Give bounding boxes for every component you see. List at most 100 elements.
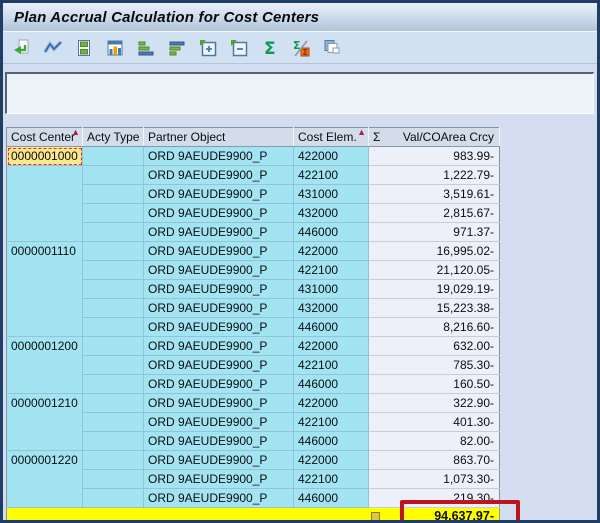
cost-elem-cell[interactable]: 422100: [294, 413, 369, 432]
partner-object-cell[interactable]: ORD 9AEUDE9900_P: [144, 204, 294, 223]
acty-type-cell[interactable]: [83, 204, 144, 223]
value-cell[interactable]: 19,029.19-: [369, 280, 500, 299]
value-cell[interactable]: 8,216.60-: [369, 318, 500, 337]
value-cell[interactable]: 401.30-: [369, 413, 500, 432]
cost-elem-cell[interactable]: 446000: [294, 432, 369, 451]
partner-object-cell[interactable]: ORD 9AEUDE9900_P: [144, 280, 294, 299]
acty-type-cell[interactable]: [83, 470, 144, 489]
partner-object-cell[interactable]: ORD 9AEUDE9900_P: [144, 223, 294, 242]
cost-elem-cell[interactable]: 446000: [294, 375, 369, 394]
partner-object-cell[interactable]: ORD 9AEUDE9900_P: [144, 489, 294, 508]
value-cell[interactable]: 160.50-: [369, 375, 500, 394]
cost-elem-cell[interactable]: 432000: [294, 204, 369, 223]
acty-type-cell[interactable]: [83, 432, 144, 451]
acty-type-cell[interactable]: [83, 318, 144, 337]
partner-object-cell[interactable]: ORD 9AEUDE9900_P: [144, 413, 294, 432]
save-layout-icon[interactable]: [72, 37, 96, 59]
value-cell[interactable]: 15,223.38-: [369, 299, 500, 318]
sort-icon: ▲: [357, 128, 366, 138]
cost-elem-cell[interactable]: 432000: [294, 299, 369, 318]
value-cell[interactable]: 3,519.61-: [369, 185, 500, 204]
partner-object-cell[interactable]: ORD 9AEUDE9900_P: [144, 166, 294, 185]
value-cell[interactable]: 82.00-: [369, 432, 500, 451]
cost-center-cell[interactable]: 0000001000: [7, 147, 83, 166]
acty-type-cell[interactable]: [83, 299, 144, 318]
value-cell[interactable]: 1,073.30-: [369, 470, 500, 489]
cost-elem-cell[interactable]: 431000: [294, 185, 369, 204]
exit-icon[interactable]: [10, 37, 34, 59]
cost-elem-cell[interactable]: 422000: [294, 242, 369, 261]
acty-type-cell[interactable]: [83, 166, 144, 185]
choose-layout-icon[interactable]: [320, 37, 344, 59]
value-cell[interactable]: 785.30-: [369, 356, 500, 375]
cost-center-cell-merged[interactable]: [7, 166, 83, 242]
cost-center-cell[interactable]: 0000001200: [7, 337, 83, 394]
col-header-acty-type[interactable]: Acty Type: [83, 128, 144, 147]
cost-elem-cell[interactable]: 431000: [294, 280, 369, 299]
value-cell[interactable]: 632.00-: [369, 337, 500, 356]
partner-object-cell[interactable]: ORD 9AEUDE9900_P: [144, 356, 294, 375]
value-cell[interactable]: 322.90-: [369, 394, 500, 413]
partner-object-cell[interactable]: ORD 9AEUDE9900_P: [144, 451, 294, 470]
cost-elem-cell[interactable]: 422000: [294, 147, 369, 166]
acty-type-cell[interactable]: [83, 489, 144, 508]
cost-center-cell[interactable]: 0000001210: [7, 394, 83, 451]
acty-type-cell[interactable]: [83, 356, 144, 375]
sum-icon[interactable]: Σ: [258, 37, 282, 59]
value-cell[interactable]: 971.37-: [369, 223, 500, 242]
partner-object-cell[interactable]: ORD 9AEUDE9900_P: [144, 432, 294, 451]
value-cell[interactable]: 983.99-: [369, 147, 500, 166]
partner-object-cell[interactable]: ORD 9AEUDE9900_P: [144, 242, 294, 261]
acty-type-cell[interactable]: [83, 375, 144, 394]
cost-elem-cell[interactable]: 422000: [294, 394, 369, 413]
acty-type-cell[interactable]: [83, 185, 144, 204]
partner-object-cell[interactable]: ORD 9AEUDE9900_P: [144, 318, 294, 337]
acty-type-cell[interactable]: [83, 261, 144, 280]
subtotal-icon[interactable]: Σ Σ: [289, 37, 313, 59]
col-header-cost-elem[interactable]: Cost Elem. ▲: [294, 128, 369, 147]
col-header-partner-object[interactable]: Partner Object: [144, 128, 294, 147]
acty-type-cell[interactable]: [83, 394, 144, 413]
acty-type-cell[interactable]: [83, 451, 144, 470]
value-cell[interactable]: 2,815.67-: [369, 204, 500, 223]
cost-elem-cell[interactable]: 422100: [294, 261, 369, 280]
partner-object-cell[interactable]: ORD 9AEUDE9900_P: [144, 185, 294, 204]
value-cell[interactable]: 219.30-: [369, 489, 500, 508]
cost-elem-cell[interactable]: 422100: [294, 166, 369, 185]
value-cell[interactable]: 1,222.79-: [369, 166, 500, 185]
cost-elem-cell[interactable]: 446000: [294, 489, 369, 508]
value-cell[interactable]: 16,995.02-: [369, 242, 500, 261]
partner-object-cell[interactable]: ORD 9AEUDE9900_P: [144, 394, 294, 413]
partner-object-cell[interactable]: ORD 9AEUDE9900_P: [144, 337, 294, 356]
col-header-cost-center[interactable]: Cost Center ▲: [7, 128, 83, 147]
sort-descending-icon[interactable]: [165, 37, 189, 59]
column-config-icon[interactable]: [103, 37, 127, 59]
cost-elem-cell[interactable]: 422000: [294, 451, 369, 470]
cost-elem-cell[interactable]: 422000: [294, 337, 369, 356]
partner-object-cell[interactable]: ORD 9AEUDE9900_P: [144, 470, 294, 489]
cost-center-cell[interactable]: 0000001110: [7, 242, 83, 337]
acty-type-cell[interactable]: [83, 223, 144, 242]
acty-type-cell[interactable]: [83, 413, 144, 432]
cost-elem-cell[interactable]: 422100: [294, 356, 369, 375]
cost-elem-cell[interactable]: 446000: [294, 223, 369, 242]
partner-object-cell[interactable]: ORD 9AEUDE9900_P: [144, 375, 294, 394]
acty-type-cell[interactable]: [83, 280, 144, 299]
col-header-value[interactable]: Σ Val/COArea Crcy: [369, 128, 500, 147]
value-cell[interactable]: 863.70-: [369, 451, 500, 470]
partner-object-cell[interactable]: ORD 9AEUDE9900_P: [144, 299, 294, 318]
acty-type-cell[interactable]: [83, 147, 144, 166]
cost-elem-cell[interactable]: 422100: [294, 470, 369, 489]
sort-icon: ▲: [71, 128, 80, 138]
acty-type-cell[interactable]: [83, 242, 144, 261]
collapse-summation-icon[interactable]: [227, 37, 251, 59]
cost-center-cell[interactable]: 0000001220: [7, 451, 83, 508]
detail-chart-icon[interactable]: [41, 37, 65, 59]
expand-summation-icon[interactable]: [196, 37, 220, 59]
partner-object-cell[interactable]: ORD 9AEUDE9900_P: [144, 261, 294, 280]
cost-elem-cell[interactable]: 446000: [294, 318, 369, 337]
partner-object-cell[interactable]: ORD 9AEUDE9900_P: [144, 147, 294, 166]
value-cell[interactable]: 21,120.05-: [369, 261, 500, 280]
acty-type-cell[interactable]: [83, 337, 144, 356]
sort-ascending-icon[interactable]: [134, 37, 158, 59]
